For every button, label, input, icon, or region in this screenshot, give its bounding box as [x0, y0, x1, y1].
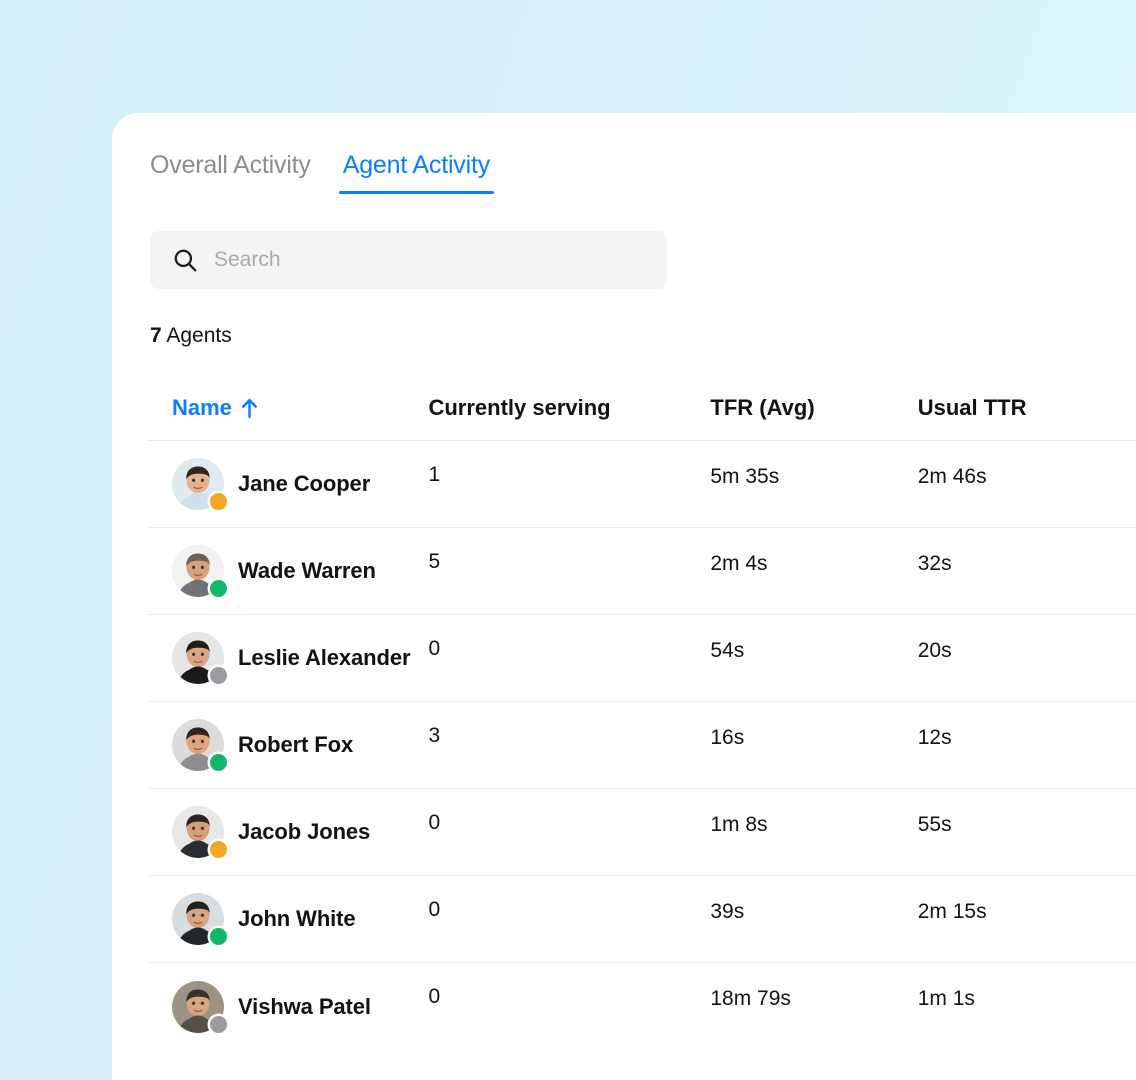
cell-agent-name: Leslie Alexander — [148, 632, 428, 684]
arrow-up-icon — [241, 398, 257, 418]
agents-table: Name Currently serving TFR (Avg) Usual T… — [148, 375, 1136, 1050]
column-header-name[interactable]: Name — [148, 395, 428, 421]
search-bar[interactable] — [150, 231, 667, 289]
table-row[interactable]: Leslie Alexander 0 54s 20s — [148, 615, 1136, 702]
tab-overall-activity[interactable]: Overall Activity — [150, 151, 311, 194]
column-header-name-label: Name — [172, 394, 232, 420]
agent-count-label: Agents — [161, 324, 232, 347]
agent-name-label: Jacob Jones — [238, 819, 371, 844]
avatar — [172, 632, 227, 684]
avatar — [172, 980, 227, 1033]
status-badge — [210, 754, 227, 771]
table-row[interactable]: John White 0 39s 2m 15s — [148, 876, 1136, 963]
status-badge — [210, 928, 227, 945]
column-header-usual-ttr[interactable]: Usual TTR — [918, 395, 1136, 421]
agent-name-label: Vishwa Patel — [238, 993, 371, 1019]
cell-usual-ttr: 20s — [917, 639, 952, 662]
cell-agent-name: Wade Warren — [148, 545, 428, 597]
avatar — [172, 719, 227, 771]
cell-tfr: 54s — [710, 639, 745, 662]
cell-usual-ttr: 55s — [917, 813, 952, 836]
cell-currently-serving: 0 — [428, 898, 441, 921]
agent-name-label: Jane Cooper — [238, 471, 371, 496]
cell-usual-ttr: 32s — [917, 552, 952, 575]
cell-currently-serving: 3 — [428, 724, 441, 747]
cell-agent-name: Jane Cooper — [148, 458, 428, 510]
cell-agent-name: Jacob Jones — [148, 806, 428, 858]
avatar — [172, 893, 227, 945]
tab-agent-activity[interactable]: Agent Activity — [338, 151, 495, 194]
agent-count-number: 7 — [150, 324, 162, 347]
tab-overall-activity-label: Overall Activity — [150, 151, 311, 179]
agent-name-label: Robert Fox — [238, 732, 354, 757]
cell-usual-ttr: 12s — [917, 726, 952, 749]
table-row[interactable]: Robert Fox 3 16s 12s — [148, 702, 1136, 789]
cell-currently-serving: 0 — [428, 811, 441, 834]
cell-tfr: 5m 35s — [710, 465, 780, 488]
column-header-tfr[interactable]: TFR (Avg) — [710, 395, 917, 421]
cell-tfr: 2m 4s — [710, 552, 768, 575]
tab-active-underline — [338, 190, 495, 194]
agent-activity-card: Overall Activity Agent Activity 7 Agents… — [112, 113, 1136, 1080]
agent-count: 7 Agents — [150, 324, 232, 348]
table-row[interactable]: Wade Warren 5 2m 4s 32s — [148, 528, 1136, 615]
cell-tfr: 1m 8s — [710, 813, 768, 836]
cell-tfr: 16s — [710, 726, 745, 749]
table-header-row: Name Currently serving TFR (Avg) Usual T… — [148, 375, 1136, 441]
status-badge — [210, 1015, 227, 1033]
cell-currently-serving: 0 — [428, 637, 441, 660]
cell-usual-ttr: 1m 1s — [917, 987, 975, 1010]
cell-usual-ttr: 2m 15s — [917, 900, 987, 923]
cell-agent-name: Vishwa Patel — [148, 980, 428, 1033]
status-badge — [210, 580, 227, 597]
search-icon — [174, 249, 197, 272]
agent-name-label: Wade Warren — [238, 558, 376, 583]
tab-agent-activity-label: Agent Activity — [342, 151, 491, 179]
table-row[interactable]: Jane Cooper 1 5m 35s 2m 46s — [148, 441, 1136, 528]
cell-currently-serving: 0 — [428, 985, 441, 1008]
cell-agent-name: Robert Fox — [148, 719, 428, 771]
search-input[interactable] — [214, 231, 634, 289]
table-row[interactable]: Jacob Jones 0 1m 8s 55s — [148, 789, 1136, 876]
status-badge — [210, 667, 227, 684]
table-row[interactable]: Vishwa Patel 0 18m 79s 1m 1s — [148, 963, 1136, 1050]
table-body: Jane Cooper 1 5m 35s 2m 46s Wade Warren … — [148, 441, 1136, 1050]
avatar — [172, 545, 227, 597]
column-header-currently-serving[interactable]: Currently serving — [428, 395, 710, 421]
agent-name-label: Leslie Alexander — [238, 645, 411, 670]
cell-tfr: 39s — [710, 900, 745, 923]
avatar — [172, 806, 227, 858]
agent-name-label: John White — [238, 906, 356, 931]
cell-currently-serving: 5 — [428, 550, 441, 573]
cell-agent-name: John White — [148, 893, 428, 945]
avatar — [172, 458, 227, 510]
status-badge — [210, 841, 227, 858]
cell-tfr: 18m 79s — [710, 987, 791, 1010]
cell-usual-ttr: 2m 46s — [917, 465, 987, 488]
cell-currently-serving: 1 — [428, 463, 441, 486]
tab-bar: Overall Activity Agent Activity — [150, 151, 495, 194]
status-badge — [210, 493, 227, 510]
